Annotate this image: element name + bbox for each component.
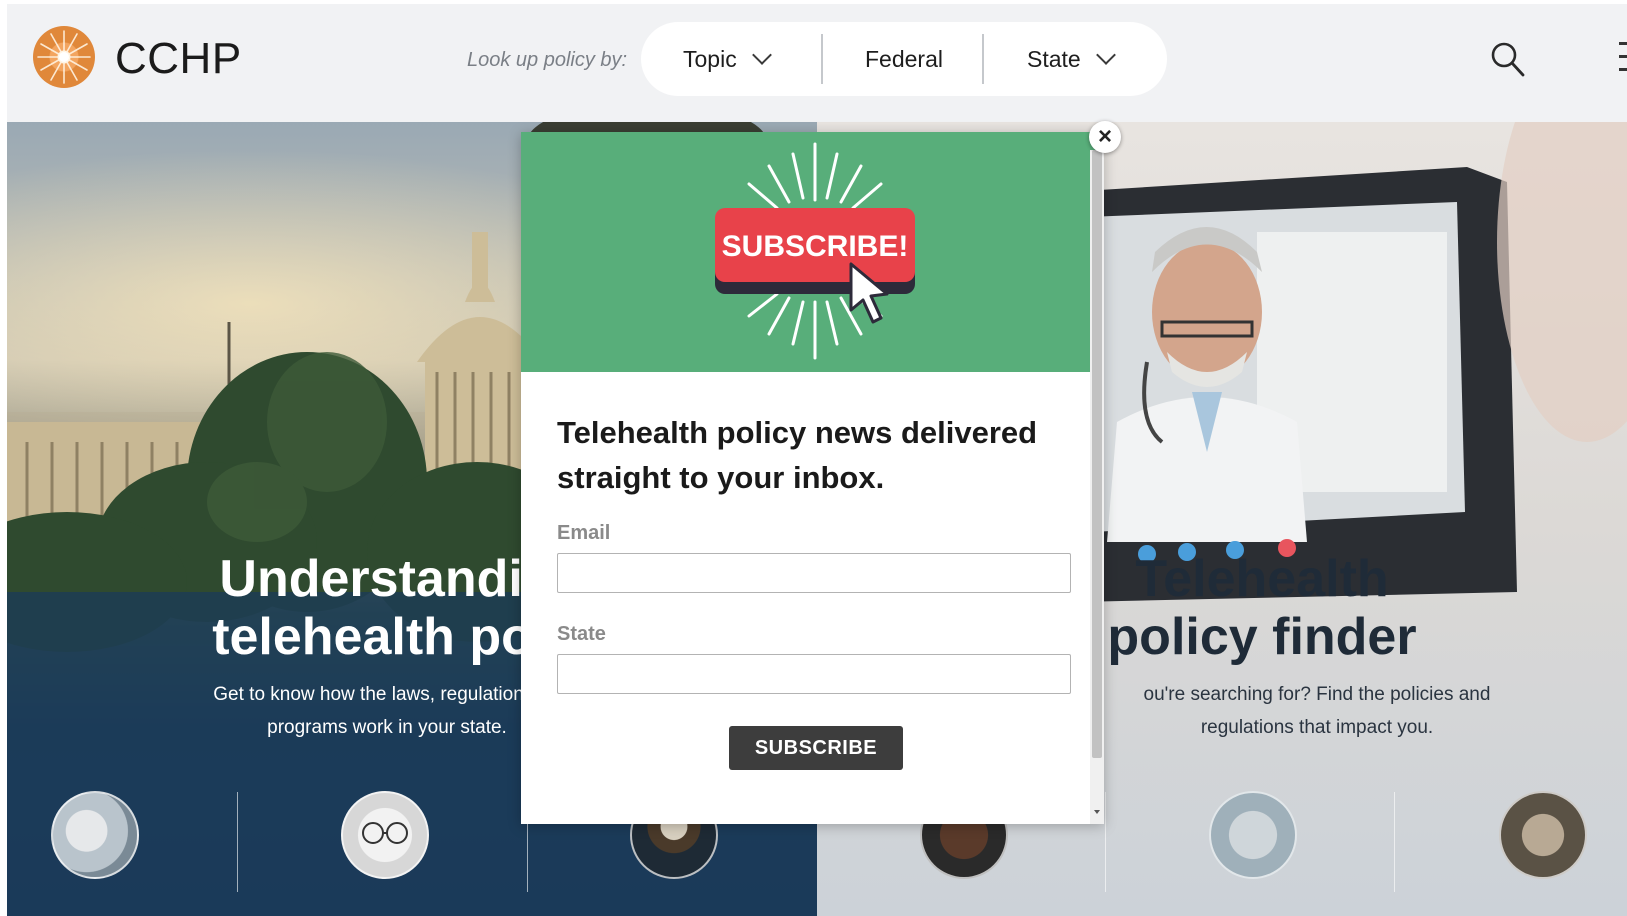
hero-right-title: Telehealth policy finder	[1107, 550, 1417, 666]
lookup-label: Look up policy by:	[467, 49, 628, 71]
nav-state-label: State	[1027, 45, 1081, 72]
modal-scrollbar[interactable]	[1090, 150, 1104, 824]
nav-federal-link[interactable]: Federal	[865, 22, 943, 96]
scrollbar-thumb[interactable]	[1092, 150, 1102, 758]
nav-divider	[982, 34, 984, 84]
brand-name[interactable]: CCHP	[115, 34, 242, 84]
nav-federal-label: Federal	[865, 45, 943, 72]
category-divider	[237, 792, 238, 892]
nav-topic-label: Topic	[683, 45, 737, 72]
state-field[interactable]	[557, 654, 1071, 694]
menu-icon[interactable]	[1619, 42, 1627, 74]
close-icon[interactable]: ×	[1089, 121, 1121, 153]
category-divider	[1105, 792, 1106, 892]
search-icon[interactable]	[1490, 40, 1526, 80]
banner-text: SUBSCRIBE!	[722, 230, 909, 263]
site-header: CCHP Look up policy by: Topic Federal St…	[7, 4, 1627, 122]
cchp-logo-icon[interactable]	[33, 26, 95, 88]
policy-lookup-nav: Topic Federal State	[641, 22, 1167, 96]
chevron-down-icon	[751, 45, 772, 65]
chevron-down-icon	[1095, 45, 1116, 65]
email-label: Email	[557, 522, 611, 544]
subscribe-banner: SUBSCRIBE!	[521, 132, 1104, 372]
subscribe-modal: SUBSCRIBE! Telehealth policy news delive…	[521, 132, 1104, 824]
subscribe-graphic-icon: SUBSCRIBE!	[715, 142, 915, 360]
category-thumb-glasses[interactable]	[341, 791, 429, 879]
email-field[interactable]	[557, 553, 1071, 593]
hero-right-subtitle: ou're searching for? Find the policies a…	[1143, 684, 1491, 738]
category-thumb-mask[interactable]	[1209, 791, 1297, 879]
nav-topic-dropdown[interactable]: Topic	[683, 22, 772, 96]
nav-state-dropdown[interactable]: State	[1027, 22, 1116, 96]
subscribe-form: Telehealth policy news delivered straigh…	[521, 372, 1091, 824]
state-label: State	[557, 623, 606, 645]
category-divider	[1394, 792, 1395, 892]
category-thumb-laptop[interactable]	[51, 791, 139, 879]
scroll-down-arrow-icon[interactable]	[1094, 810, 1100, 814]
subscribe-heading: Telehealth policy news delivered straigh…	[557, 415, 1038, 495]
nav-divider	[821, 34, 823, 84]
subscribe-button[interactable]: SUBSCRIBE	[729, 726, 903, 770]
category-thumb-justice[interactable]	[1499, 791, 1587, 879]
